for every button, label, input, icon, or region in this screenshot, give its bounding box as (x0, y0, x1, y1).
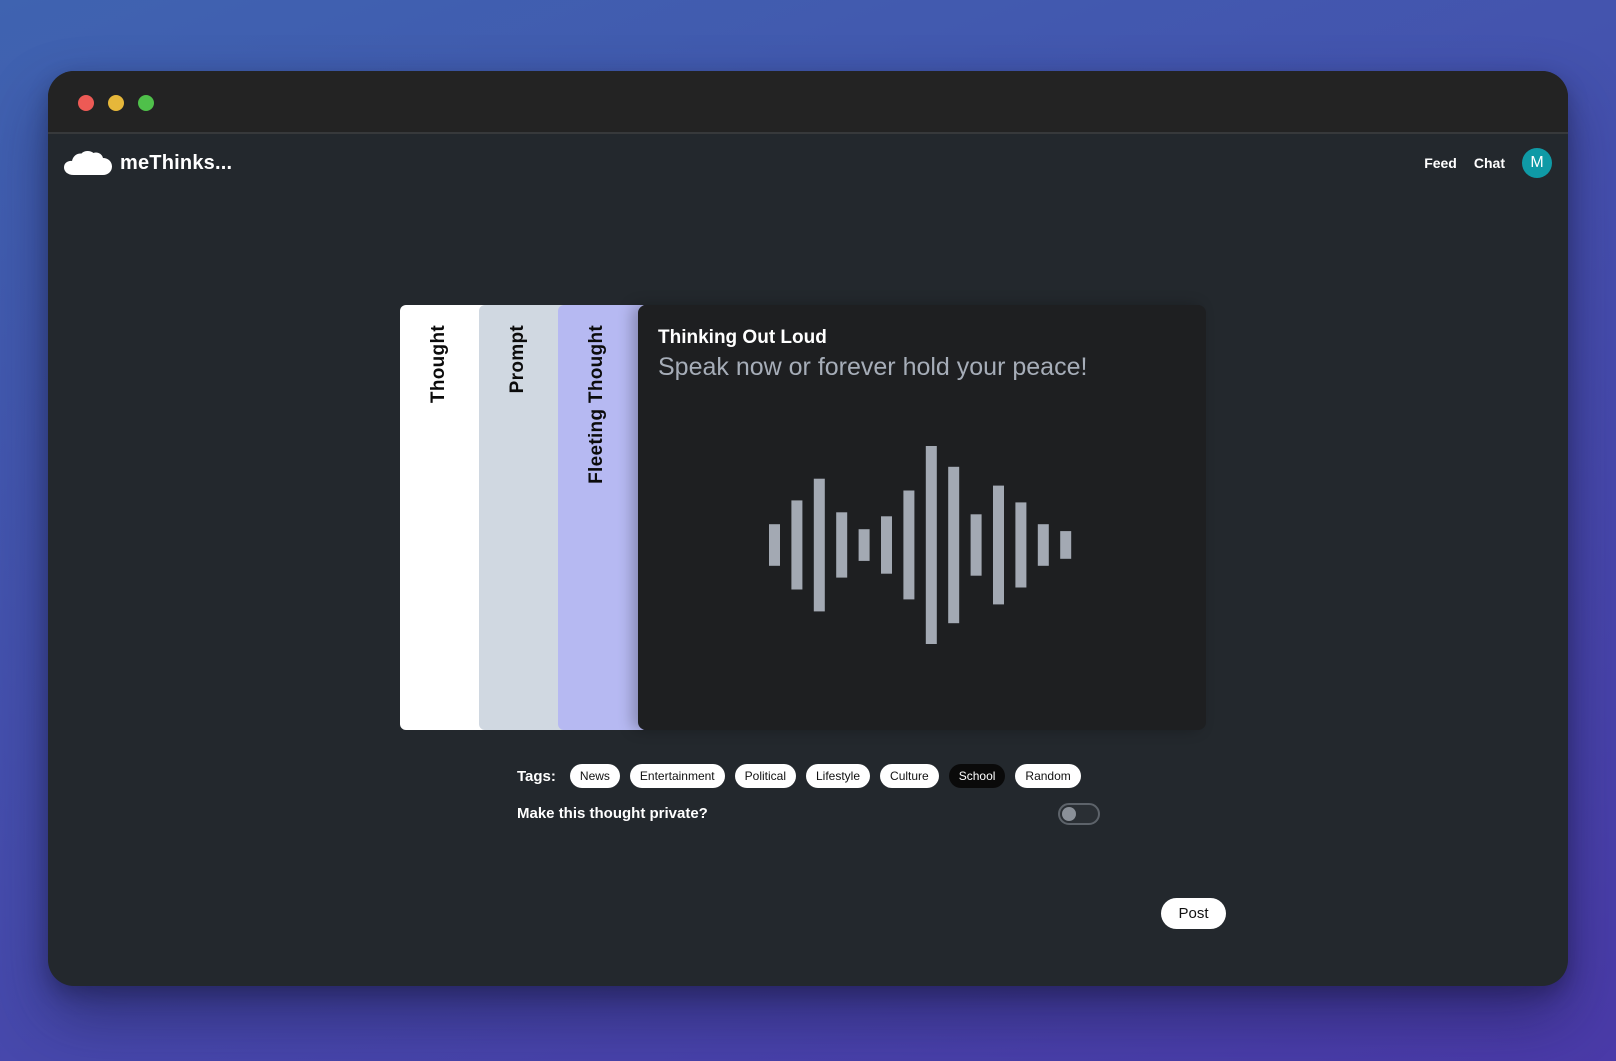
tag-culture[interactable]: Culture (880, 764, 939, 788)
panel-title: Thinking Out Loud (658, 327, 827, 348)
audio-waveform-icon[interactable] (768, 445, 1078, 645)
nav-feed-link[interactable]: Feed (1424, 155, 1457, 171)
tag-news[interactable]: News (569, 764, 620, 788)
waveform-bar (836, 512, 848, 578)
tag-lifestyle[interactable]: Lifestyle (806, 764, 871, 788)
toggle-knob (1062, 807, 1076, 821)
tag-political[interactable]: Political (734, 764, 796, 788)
waveform-bar (813, 478, 825, 612)
private-toggle-label: Make this thought private? (517, 805, 708, 822)
waveform-bar (993, 485, 1004, 605)
tab-prompt[interactable]: Prompt (479, 305, 569, 730)
waveform-bar (925, 446, 937, 644)
tab-fleeting-thought[interactable]: Fleeting Thought (558, 305, 648, 730)
post-button[interactable]: Post (1161, 898, 1226, 929)
private-toggle[interactable] (1058, 803, 1100, 825)
waveform-bar (791, 500, 803, 590)
tab-thought[interactable]: Thought (400, 305, 490, 730)
waveform-bar (903, 490, 915, 600)
waveform-bar (769, 524, 780, 566)
panel-subtitle: Speak now or forever hold your peace! (658, 353, 1088, 381)
post-type-selector: Thought Prompt Fleeting Thought Thinking… (400, 305, 1206, 730)
avatar[interactable]: M (1522, 148, 1552, 178)
nav-chat-link[interactable]: Chat (1474, 155, 1505, 171)
close-window-button[interactable] (78, 95, 94, 111)
tags-label: Tags: (517, 767, 556, 785)
cloud-icon (64, 150, 112, 175)
tag-entertainment[interactable]: Entertainment (629, 764, 725, 788)
tab-fleeting-thought-label: Fleeting Thought (586, 325, 607, 484)
tab-thought-label: Thought (428, 325, 449, 404)
waveform-bar (881, 516, 892, 574)
minimize-window-button[interactable] (108, 95, 124, 111)
brand-name: meThinks... (120, 151, 233, 174)
tag-school[interactable]: School (948, 764, 1006, 788)
tab-prompt-label: Prompt (507, 325, 528, 394)
tags-row: Tags: News Entertainment Political Lifes… (517, 764, 1091, 788)
waveform-bar (948, 466, 960, 624)
waveform-bar (1015, 502, 1027, 588)
tag-random[interactable]: Random (1015, 764, 1081, 788)
waveform-bar (858, 529, 870, 561)
waveform-bar (970, 514, 982, 576)
app-window: meThinks... Feed Chat M Thought Prompt F… (48, 71, 1568, 986)
zoom-window-button[interactable] (138, 95, 154, 111)
top-nav: Feed Chat M (1424, 148, 1552, 178)
title-bar (48, 71, 1568, 134)
waveform-bar (1060, 531, 1072, 559)
app-logo[interactable]: meThinks... (64, 146, 232, 180)
thinking-out-loud-panel: Thinking Out Loud Speak now or forever h… (638, 305, 1206, 730)
waveform-bar (1037, 524, 1049, 566)
